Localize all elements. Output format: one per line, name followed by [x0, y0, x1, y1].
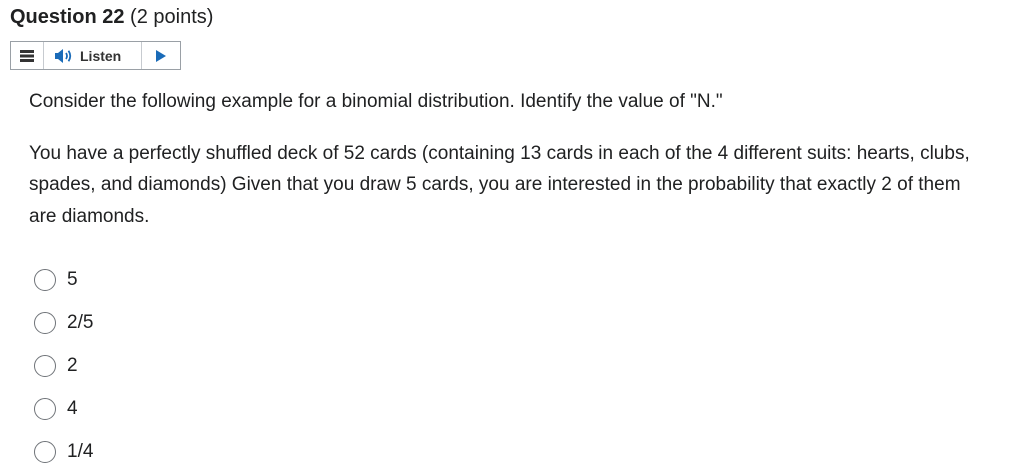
radio-button[interactable]: [34, 311, 56, 334]
answer-choice-label: 4: [67, 397, 78, 419]
question-prompt: Consider the following example for a bin…: [29, 91, 723, 112]
play-icon: [156, 49, 166, 62]
radio-button[interactable]: [34, 354, 56, 377]
listen-label: Listen: [80, 47, 122, 64]
listen-button[interactable]: Listen: [44, 42, 142, 69]
answer-choice-label: 2/5: [67, 311, 94, 333]
question-title: Question 22: [10, 6, 125, 28]
play-button[interactable]: [142, 42, 180, 69]
question-scenario: You have a perfectly shuffled deck of 52…: [29, 142, 970, 227]
question-body: Consider the following example for a bin…: [29, 86, 989, 232]
radio-button[interactable]: [34, 397, 56, 420]
answer-choice[interactable]: 5: [34, 258, 93, 301]
answer-choice-label: 1/4: [67, 440, 94, 462]
answer-choice-label: 5: [67, 268, 78, 290]
question-header: Question 22 (2 points): [10, 4, 213, 30]
answer-choice[interactable]: 2/5: [34, 301, 93, 344]
answer-choice[interactable]: 4: [34, 387, 93, 430]
answer-choice[interactable]: 2: [34, 344, 93, 387]
answer-choice[interactable]: 1/4: [34, 430, 93, 473]
radio-button[interactable]: [34, 268, 56, 291]
hamburger-menu-icon: [20, 49, 34, 62]
question-points: (2 points): [130, 6, 214, 28]
menu-button[interactable]: [11, 42, 44, 69]
answer-choices: 5 2/5 2 4 1/4: [34, 258, 93, 473]
listen-toolbar: Listen: [10, 41, 181, 70]
speaker-icon: [55, 48, 72, 63]
radio-button[interactable]: [34, 440, 56, 463]
answer-choice-label: 2: [67, 354, 78, 376]
